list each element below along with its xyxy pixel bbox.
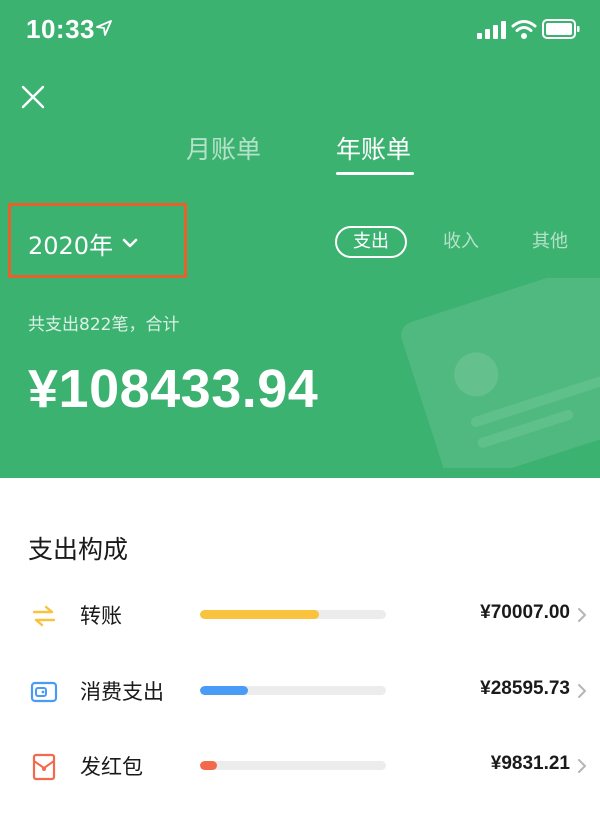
filter-chip-income[interactable]: 收入 [441, 226, 481, 258]
breakdown-amount: ¥28595.73 [480, 678, 570, 699]
year-selector-highlight [8, 203, 187, 278]
red-packet-icon [32, 753, 56, 781]
breakdown-bar-fill [200, 761, 217, 770]
tab-yearly-bill[interactable]: 年账单 [336, 130, 411, 166]
tab-monthly-bill[interactable]: 月账单 [186, 130, 261, 166]
transfer-icon [32, 605, 56, 627]
wallet-icon [30, 681, 58, 703]
status-bar: 10:33 [0, 0, 600, 62]
breakdown-row-transfer[interactable]: 转账 ¥70007.00 [0, 592, 600, 640]
breakdown-label: 转账 [80, 604, 122, 628]
chevron-right-icon [578, 684, 586, 698]
summary-text: 共支出822笔，合计 [28, 315, 180, 335]
location-arrow-icon [96, 20, 112, 36]
wifi-icon [511, 20, 537, 39]
status-time: 10:33 [26, 14, 95, 44]
breakdown-title: 支出构成 [28, 535, 129, 564]
breakdown-amount: ¥70007.00 [480, 602, 570, 623]
battery-icon [542, 19, 580, 39]
background-card-decoration [401, 278, 600, 468]
chevron-right-icon [578, 608, 586, 622]
breakdown-bar-fill [200, 610, 320, 619]
breakdown-bar-track [200, 686, 386, 695]
cellular-signal-icon [477, 21, 506, 39]
breakdown-label: 消费支出 [80, 680, 164, 704]
chevron-right-icon [578, 759, 586, 773]
breakdown-bar-track [200, 761, 386, 770]
breakdown-label: 发红包 [80, 755, 143, 779]
breakdown-bar-track [200, 610, 386, 619]
total-amount: ¥108433.94 [28, 359, 319, 419]
filter-chip-expense[interactable]: 支出 [335, 226, 407, 258]
breakdown-row-red-packet[interactable]: 发红包 ¥9831.21 [0, 743, 600, 791]
breakdown-row-consumption[interactable]: 消费支出 ¥28595.73 [0, 668, 600, 716]
close-icon[interactable] [18, 82, 48, 112]
breakdown-amount: ¥9831.21 [490, 753, 570, 774]
breakdown-bar-fill [200, 686, 249, 695]
active-tab-indicator [336, 172, 414, 175]
header-panel: 10:33 月账单 年账单 2020年 支出 收入 其他 共支出822笔，合计 … [0, 0, 600, 478]
filter-chip-other[interactable]: 其他 [530, 226, 570, 258]
